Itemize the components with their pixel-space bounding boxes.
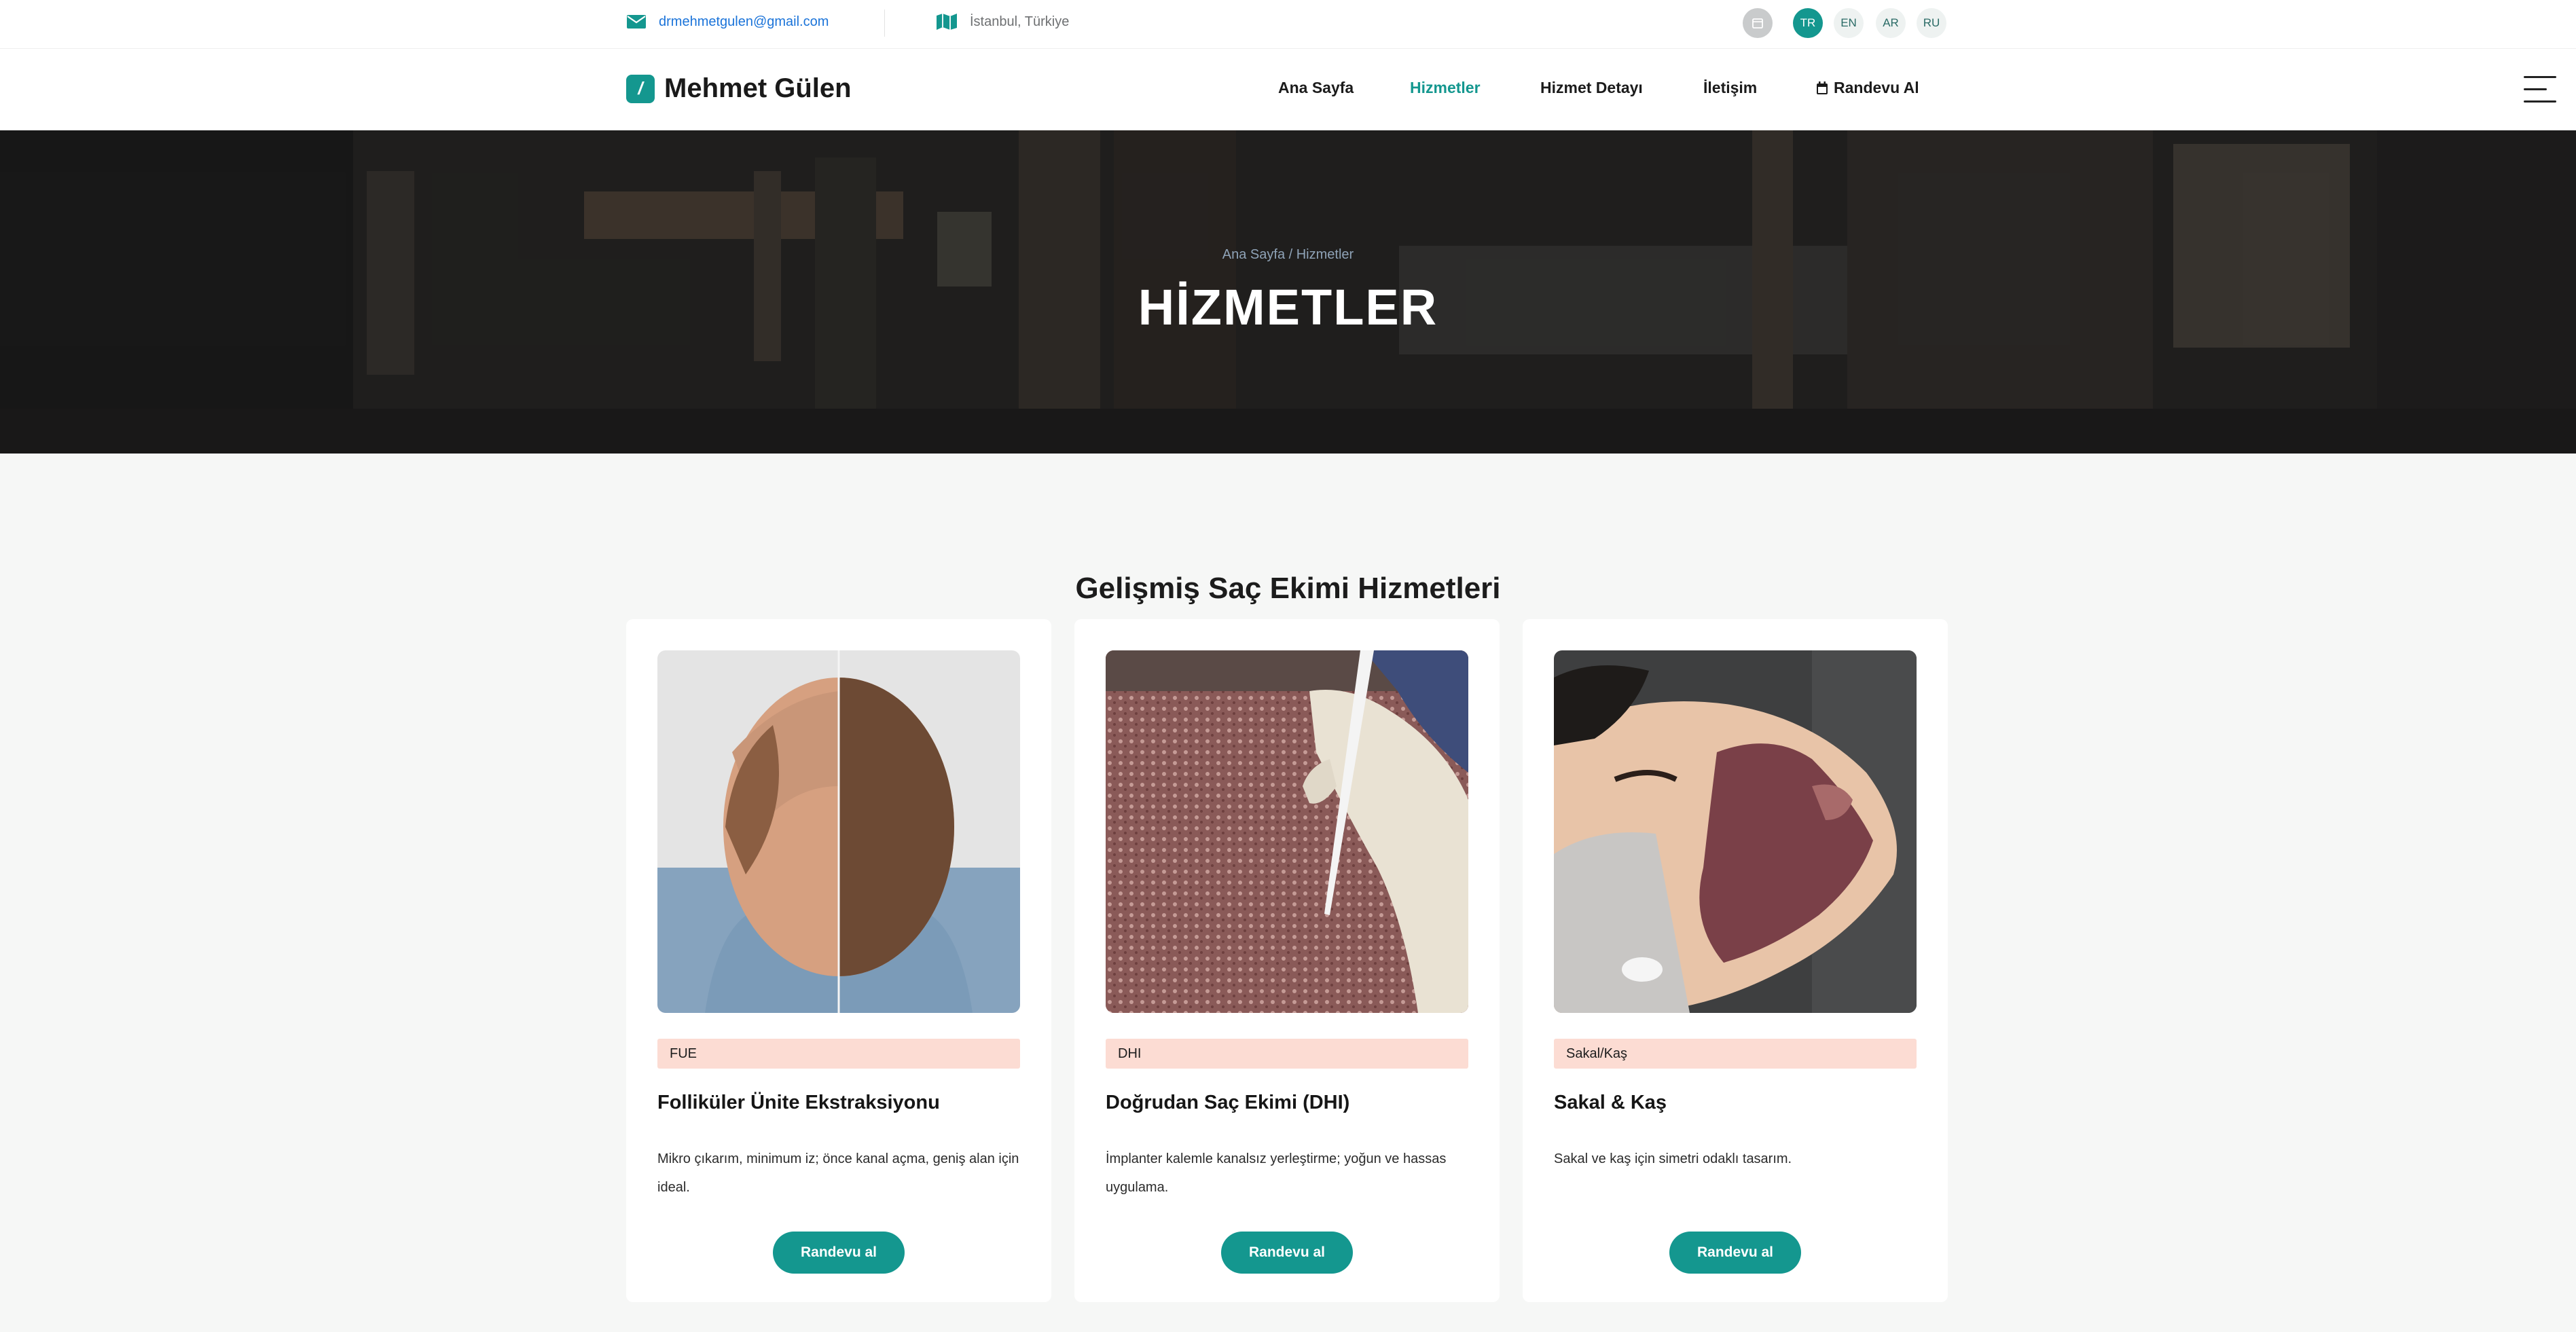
email-link[interactable]: drmehmetgulen@gmail.com — [659, 14, 829, 30]
main-navbar: / Mehmet Gülen Ana Sayfa Hizmetler Hizme… — [0, 49, 2576, 130]
nav-home[interactable]: Ana Sayfa — [1278, 79, 1354, 97]
lang-tr-button[interactable]: TR — [1793, 8, 1823, 38]
envelope-icon — [627, 15, 646, 29]
page-title: HİZMETLER — [1138, 279, 1438, 335]
service-tag: Sakal/Kaş — [1554, 1039, 1917, 1069]
brand-name: Mehmet Gülen — [664, 73, 852, 103]
appointment-button[interactable]: Randevu al — [1669, 1232, 1801, 1274]
email-contact[interactable]: drmehmetgulen@gmail.com — [626, 10, 829, 34]
lang-ru-button[interactable]: RU — [1917, 8, 1946, 38]
appointment-button[interactable]: Randevu al — [773, 1232, 905, 1274]
service-description: İmplanter kalemle kanalsız yerleştirme; … — [1106, 1151, 1447, 1195]
service-image-dhi — [1106, 650, 1468, 1013]
nav-service-detail[interactable]: Hizmet Detayı — [1540, 79, 1643, 97]
location-info: İstanbul, Türkiye — [936, 10, 1069, 34]
service-title: Sakal & Kaş — [1554, 1092, 1667, 1113]
service-card-beard: Sakal/Kaş Sakal & Kaş Sakal ve kaş için … — [1523, 619, 1948, 1302]
dark-mode-toggle[interactable] — [1743, 8, 1773, 38]
hamburger-menu-icon[interactable] — [2524, 76, 2556, 103]
page-hero: Ana Sayfa / Hizmetler HİZMETLER — [0, 130, 2576, 454]
service-title: Doğrudan Saç Ekimi (DHI) — [1106, 1092, 1350, 1113]
service-image-beard — [1554, 650, 1917, 1013]
service-tag: FUE — [657, 1039, 1020, 1069]
section-heading: Gelişmiş Saç Ekimi Hizmetleri — [1075, 572, 1501, 605]
top-info-bar: drmehmetgulen@gmail.com İstanbul, Türkiy… — [0, 0, 2576, 49]
appointment-button[interactable]: Randevu al — [1221, 1232, 1353, 1274]
service-title: Folliküler Ünite Ekstraksiyonu — [657, 1092, 940, 1113]
nav-appointment[interactable]: Randevu Al — [1816, 79, 1919, 97]
lang-ar-button[interactable]: AR — [1876, 8, 1906, 38]
brand-mark: / — [626, 74, 655, 103]
nav-services[interactable]: Hizmetler — [1410, 79, 1481, 97]
brand-logo[interactable]: / Mehmet Gülen — [626, 73, 852, 104]
service-description: Sakal ve kaş için simetri odaklı tasarım… — [1554, 1151, 1792, 1166]
map-icon — [937, 14, 957, 30]
nav-contact[interactable]: İletişim — [1703, 79, 1757, 97]
service-tag: DHI — [1106, 1039, 1468, 1069]
lang-en-button[interactable]: EN — [1834, 8, 1864, 38]
service-card-dhi: DHI Doğrudan Saç Ekimi (DHI) İmplanter k… — [1074, 619, 1500, 1302]
divider — [884, 10, 885, 37]
nav-appointment-label: Randevu Al — [1834, 79, 1919, 96]
service-image-fue — [657, 650, 1020, 1013]
service-card-fue: FUE Folliküler Ünite Ekstraksiyonu Mikro… — [626, 619, 1051, 1302]
calendar-icon — [1817, 81, 1828, 94]
service-description: Mikro çıkarım, minimum iz; önce kanal aç… — [657, 1151, 1019, 1195]
calendar-icon — [1752, 18, 1763, 29]
location-text: İstanbul, Türkiye — [970, 14, 1070, 29]
breadcrumb: Ana Sayfa / Hizmetler — [1222, 247, 1354, 262]
